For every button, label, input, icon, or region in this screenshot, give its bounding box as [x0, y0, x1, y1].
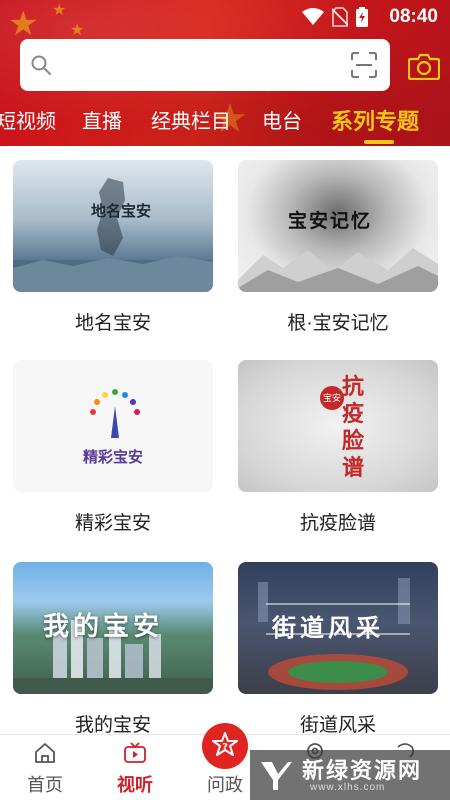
series-thumbnail-title: 街道风采: [272, 613, 384, 642]
series-caption: 地名宝安: [74, 313, 151, 334]
nav-audiovisual[interactable]: 视听: [100, 735, 170, 800]
inquiry-center-button[interactable]: ?: [202, 723, 248, 769]
search-icon: [31, 55, 51, 75]
colorful-logo-image: [90, 389, 140, 438]
watermark: 新绿资源网 www.xlhs.com: [250, 750, 450, 800]
series-thumbnail-title: 我的宝安: [43, 612, 164, 642]
series-thumbnail-title: 地名宝安: [91, 202, 152, 220]
watermark-sub: www.xlhs.com: [310, 782, 386, 793]
tab-radio[interactable]: 电台: [262, 104, 302, 140]
series-thumbnail-badge: 宝安: [320, 386, 344, 410]
app-header: ★ ★ ★ ★ ★ 08:40: [0, 0, 450, 146]
nav-home-label: 首页: [27, 775, 63, 795]
series-card[interactable]: 我的宝安 我的宝安: [13, 562, 213, 742]
no-sim-icon: [332, 7, 348, 27]
series-thumbnail: 宝安 抗疫脸谱: [238, 360, 438, 492]
series-thumbnail: 我的宝安: [13, 562, 213, 694]
series-thumbnail: 精彩宝安: [13, 360, 213, 492]
series-thumbnail: 地名宝安: [13, 160, 213, 292]
status-bar: 08:40: [0, 0, 450, 34]
series-caption: 我的宝安: [74, 715, 151, 736]
series-thumbnail-title: 宝安记忆: [288, 210, 373, 232]
search-input[interactable]: [20, 39, 390, 91]
scan-icon[interactable]: [350, 51, 378, 79]
battery-icon: [356, 7, 368, 27]
watermark-title: 新绿资源网: [302, 758, 423, 783]
tab-short-video[interactable]: 短视频: [0, 104, 56, 140]
series-grid: 地名宝安 地名宝安 宝安记忆 根·宝安记忆 精彩宝安 精彩宝安 宝安 抗疫脸谱 …: [0, 146, 450, 736]
tab-series-topics[interactable]: 系列专题: [331, 104, 419, 140]
tab-live[interactable]: 直播: [82, 104, 122, 140]
series-caption: 抗疫脸谱: [299, 513, 376, 534]
category-tabs: 短视频 直播 经典栏目 电台 系列专题: [0, 104, 450, 144]
series-caption: 精彩宝安: [74, 513, 151, 534]
tab-active-indicator: [364, 140, 394, 144]
map-image: [13, 178, 213, 292]
series-card[interactable]: 宝安记忆 根·宝安记忆: [238, 160, 438, 340]
series-card[interactable]: 宝安 抗疫脸谱 抗疫脸谱: [238, 360, 438, 540]
wifi-icon: [302, 8, 324, 25]
watermark-logo-icon: [261, 762, 292, 790]
question-icon: ?: [212, 732, 238, 756]
home-icon: [35, 743, 55, 763]
series-card[interactable]: 地名宝安 地名宝安: [13, 160, 213, 340]
series-thumbnail: 街道风采: [238, 562, 438, 694]
tv-icon: [124, 742, 146, 763]
camera-icon[interactable]: [408, 52, 440, 80]
series-thumbnail-title: 精彩宝安: [83, 449, 144, 466]
series-thumbnail: 宝安记忆: [238, 160, 438, 292]
series-thumbnail-title: 抗疫脸谱: [342, 374, 365, 481]
nav-audiovisual-label: 视听: [117, 775, 153, 795]
tab-classic-programs[interactable]: 经典栏目: [151, 104, 231, 140]
svg-text:?: ?: [222, 742, 228, 753]
series-caption: 根·宝安记忆: [287, 313, 389, 334]
series-card[interactable]: 精彩宝安 精彩宝安: [13, 360, 213, 540]
series-card[interactable]: 街道风采 街道风采: [238, 562, 438, 742]
nav-home[interactable]: 首页: [10, 735, 80, 800]
series-caption: 街道风采: [299, 715, 376, 736]
status-time: 08:40: [389, 6, 438, 27]
